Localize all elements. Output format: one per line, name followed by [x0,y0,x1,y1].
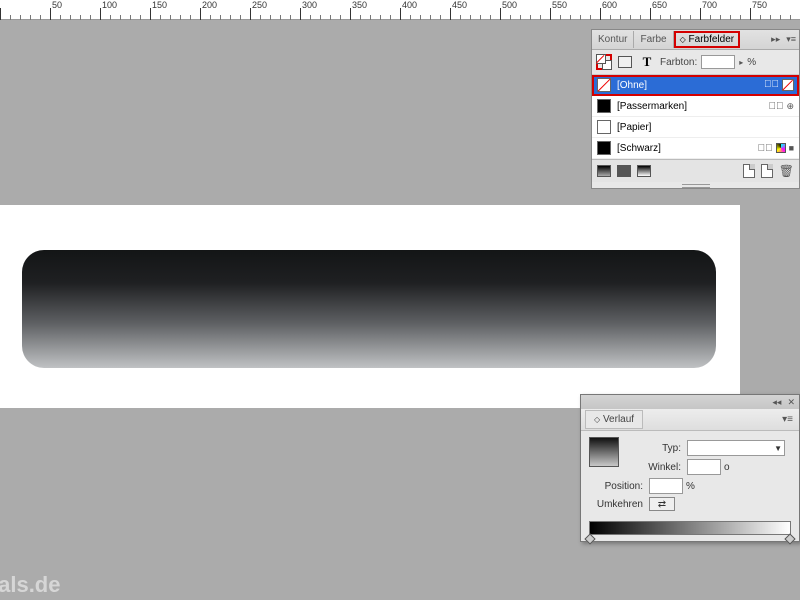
not-editable-icon: ✎⃠ [768,101,783,112]
swatch-row-paper[interactable]: [Papier] [592,117,799,138]
position-label: Position: [589,481,643,492]
reverse-gradient-button[interactable]: ⇄ [649,497,675,511]
reverse-label: Umkehren [589,499,643,510]
swatch-name: [Passermarken] [617,101,762,112]
angle-field[interactable] [687,459,721,475]
show-gradient-swatches-icon[interactable] [597,165,611,177]
type-label: Typ: [627,443,681,454]
panel-collapse-icon[interactable]: ◂◂ [772,397,781,408]
new-swatch-group-icon[interactable] [761,164,773,178]
tint-unit: % [747,57,756,68]
angle-label: Winkel: [627,462,681,473]
color-model-icon [776,143,786,153]
swatch-row-black[interactable]: [Schwarz] ✎⃠ ■ [592,138,799,159]
horizontal-ruler: 5010015020025030035040045050055060065070… [0,0,800,20]
tint-field[interactable] [701,55,735,69]
gradient-ramp[interactable] [589,521,791,535]
angle-unit: o [724,462,730,473]
swatch-name: [Ohne] [617,80,758,91]
swatches-panel: Kontur Farbe ◇ Farbfelder ▸▸ ▾≡ T Farbto… [591,29,800,189]
registration-mark-icon: ⊕ [786,101,794,112]
gradient-titlebar[interactable]: ◂◂ ✕ [581,395,799,409]
paper-swatch-icon [597,120,611,134]
panel-close-icon[interactable]: ✕ [787,397,795,408]
not-editable-icon: ✎⃠ [764,79,779,91]
swatch-list: [Ohne] ✎⃠ [Passermarken] ✎⃠ ⊕ [Papier] [… [592,75,799,159]
position-field[interactable] [649,478,683,494]
fill-stroke-icon[interactable] [596,54,612,70]
swatch-row-registration[interactable]: [Passermarken] ✎⃠ ⊕ [592,96,799,117]
tint-label: Farbton: [660,57,697,68]
delete-swatch-icon[interactable]: 🗑 [779,164,794,178]
none-indicator-icon [782,79,794,91]
panel-collapse-icon[interactable]: ▸▸ [768,34,783,45]
swatches-toolbar: T Farbton: ▸ % [592,50,799,75]
show-all-swatches-icon[interactable] [637,165,651,177]
panel-menu-icon[interactable]: ▾≡ [776,414,799,425]
swatch-row-none[interactable]: [Ohne] ✎⃠ [592,75,799,96]
gradient-panel: ◂◂ ✕ ◇ Verlauf ▾≡ Typ: ▼ Winkel: o Posit… [580,394,800,542]
gradient-preview[interactable] [589,437,619,467]
gradient-tabrow: ◇ Verlauf ▾≡ [581,409,799,431]
tab-farbe[interactable]: Farbe [634,31,673,48]
tab-verlauf[interactable]: ◇ Verlauf [585,410,643,429]
gradient-stop-end[interactable] [784,533,795,544]
type-dropdown[interactable]: ▼ [687,440,785,456]
swatch-name: [Papier] [617,122,794,133]
panel-menu-icon[interactable]: ▾≡ [783,34,799,45]
swatches-tabbar: Kontur Farbe ◇ Farbfelder ▸▸ ▾≡ [592,30,799,50]
black-swatch-icon [597,141,611,155]
not-editable-icon: ✎⃠ [758,143,773,154]
none-swatch-icon [597,78,611,92]
tab-kontur[interactable]: Kontur [592,31,634,48]
rounded-rectangle-shape[interactable] [22,250,716,368]
swatch-name: [Schwarz] [617,143,752,154]
position-unit: % [686,481,695,492]
process-color-icon: ■ [789,143,794,154]
panel-resize-grip[interactable] [682,184,710,188]
watermark-text: ials.de [0,572,60,598]
new-swatch-icon[interactable] [743,164,755,178]
show-color-swatches-icon[interactable] [617,165,631,177]
tab-farbfelder[interactable]: ◇ Farbfelder [674,31,741,48]
gradient-stop-start[interactable] [584,533,595,544]
text-target-icon[interactable]: T [638,53,656,71]
object-target-icon[interactable] [616,53,634,71]
registration-swatch-icon [597,99,611,113]
swatches-footer: 🗑 [592,159,799,182]
